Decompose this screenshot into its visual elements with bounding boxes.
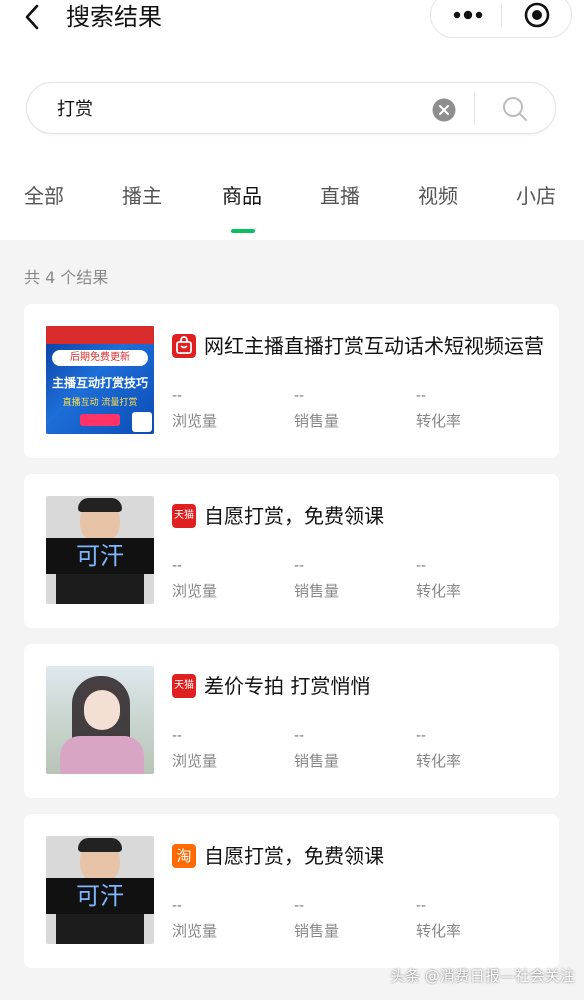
stat-conversion: -- 转化率	[416, 386, 526, 432]
stat-value: --	[172, 898, 183, 914]
thumb-top-strip	[46, 326, 154, 344]
stat-label: 销售量	[294, 752, 340, 770]
stat-sales: -- 销售量	[294, 726, 404, 772]
stat-conversion: -- 转化率	[416, 556, 526, 602]
product-card[interactable]: 可汗 天猫 自愿打赏，免费领课 -- 浏览量 -- 销售量 -- 转化率	[24, 474, 559, 628]
tab-videos[interactable]: 视频	[418, 182, 458, 210]
product-title[interactable]: 自愿打赏，免费领课	[204, 841, 544, 871]
product-title[interactable]: 网红主播直播打赏互动话术短视频运营	[204, 331, 544, 361]
thumb-tag	[80, 414, 120, 426]
product-card[interactable]: 可汗 淘 自愿打赏，免费领课 -- 浏览量 -- 销售量 -- 转化率	[24, 814, 559, 968]
product-card[interactable]: 天猫 差价专拍 打赏悄悄 -- 浏览量 -- 销售量 -- 转化率	[24, 644, 559, 798]
tmall-icon: 天猫	[172, 504, 196, 528]
stat-views: -- 浏览量	[172, 726, 282, 772]
product-card[interactable]: 后期免费更新 主播互动打赏技巧 直播互动 流量打赏 网红主播直播打赏互动话术短视…	[24, 304, 559, 458]
stat-value: --	[416, 558, 427, 574]
stat-label: 转化率	[416, 412, 462, 430]
stat-value: --	[416, 898, 427, 914]
product-thumbnail: 可汗	[46, 836, 154, 944]
thumb-hair	[78, 838, 122, 852]
thumb-hair	[78, 498, 122, 512]
thumb-name-banner: 可汗	[46, 538, 154, 574]
stat-conversion: -- 转化率	[416, 726, 526, 772]
badge-label: 天猫	[174, 510, 194, 521]
stat-sales: -- 销售量	[294, 556, 404, 602]
close-miniprogram-icon[interactable]	[523, 1, 551, 29]
search-input[interactable]	[57, 83, 437, 133]
stat-label: 浏览量	[172, 412, 218, 430]
stat-value: --	[294, 558, 305, 574]
thumb-name-banner: 可汗	[46, 878, 154, 914]
badge-label: 天猫	[174, 680, 194, 691]
stat-label: 销售量	[294, 582, 340, 600]
product-thumbnail	[46, 666, 154, 774]
product-title[interactable]: 差价专拍 打赏悄悄	[204, 671, 544, 701]
tab-products[interactable]: 商品	[222, 182, 262, 210]
tab-live[interactable]: 直播	[320, 182, 360, 210]
tmall-icon: 天猫	[172, 674, 196, 698]
active-tab-indicator	[231, 229, 255, 233]
stat-label: 浏览量	[172, 922, 218, 940]
stat-value: --	[172, 388, 183, 404]
stat-sales: -- 销售量	[294, 896, 404, 942]
stat-label: 销售量	[294, 922, 340, 940]
search-bar	[26, 82, 556, 134]
stat-value: --	[172, 728, 183, 744]
result-count: 共 4 个结果	[24, 268, 109, 287]
product-thumbnail: 后期免费更新 主播互动打赏技巧 直播互动 流量打赏	[46, 326, 154, 434]
page-title: 搜索结果	[66, 3, 162, 31]
stat-value: --	[416, 388, 427, 404]
capsule-divider	[501, 3, 502, 27]
stat-sales: -- 销售量	[294, 386, 404, 432]
tab-all[interactable]: 全部	[24, 182, 64, 210]
stat-label: 浏览量	[172, 582, 218, 600]
stat-views: -- 浏览量	[172, 556, 282, 602]
more-dots-icon[interactable]	[451, 5, 485, 25]
thumb-main-text: 主播互动打赏技巧	[51, 376, 148, 390]
taobao-icon: 淘	[172, 844, 196, 868]
stat-value: --	[294, 388, 305, 404]
tmall-bag-icon	[172, 334, 196, 358]
product-thumbnail: 可汗	[46, 496, 154, 604]
stat-value: --	[294, 898, 305, 914]
thumb-corner-logo	[132, 412, 152, 432]
stat-conversion: -- 转化率	[416, 896, 526, 942]
search-divider	[474, 93, 475, 125]
thumb-clothes	[60, 736, 144, 774]
back-arrow-icon[interactable]	[18, 2, 48, 32]
stat-views: -- 浏览量	[172, 386, 282, 432]
stat-label: 转化率	[416, 582, 462, 600]
stat-views: -- 浏览量	[172, 896, 282, 942]
badge-label: 淘	[176, 847, 192, 865]
thumb-face-front	[84, 690, 120, 730]
stat-label: 转化率	[416, 752, 462, 770]
search-icon[interactable]	[501, 95, 529, 123]
tab-shops[interactable]: 小店	[516, 182, 556, 210]
tab-streamers[interactable]: 播主	[122, 182, 162, 210]
product-title[interactable]: 自愿打赏，免费领课	[204, 501, 544, 531]
stat-value: --	[294, 728, 305, 744]
category-tabs: 全部 播主 商品 直播 视频 小店	[0, 182, 584, 222]
mini-program-capsule	[430, 0, 572, 38]
clear-icon[interactable]	[432, 98, 456, 122]
stat-value: --	[416, 728, 427, 744]
stat-label: 浏览量	[172, 752, 218, 770]
thumb-sub-text: 直播互动 流量打赏	[62, 398, 138, 408]
thumb-pill-text: 后期免费更新	[52, 350, 148, 366]
stat-label: 销售量	[294, 412, 340, 430]
stat-value: --	[172, 558, 183, 574]
stat-label: 转化率	[416, 922, 462, 940]
watermark: 头条 @消费日报—社会关注	[390, 967, 575, 985]
